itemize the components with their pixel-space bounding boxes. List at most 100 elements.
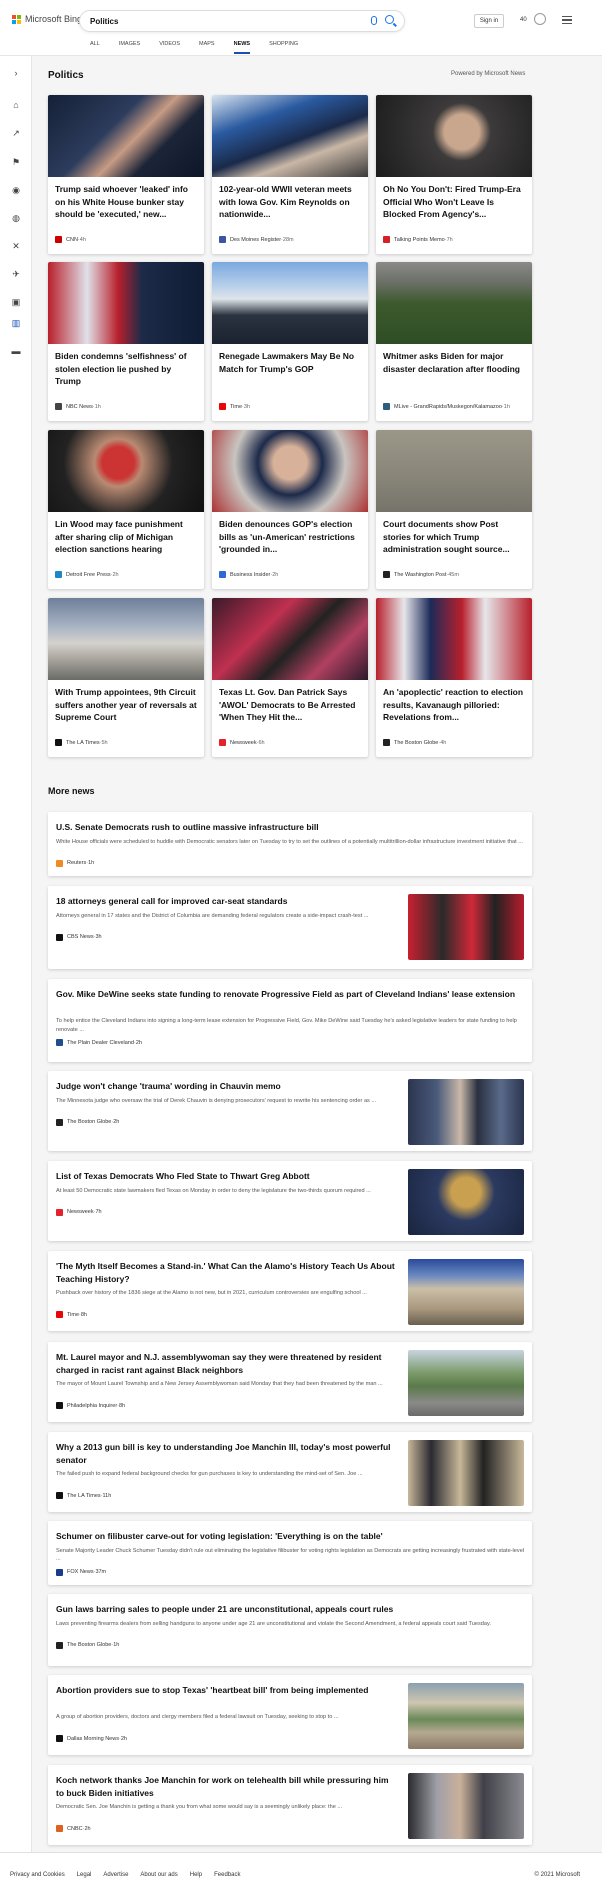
- news-card[interactable]: Renegade Lawmakers May Be No Match for T…: [212, 262, 368, 421]
- news-title[interactable]: Gun laws barring sales to people under 2…: [56, 1603, 516, 1616]
- news-thumbnail[interactable]: [408, 1169, 524, 1235]
- news-title[interactable]: Koch network thanks Joe Manchin for work…: [56, 1774, 396, 1799]
- news-card[interactable]: Biden denounces GOP's election bills as …: [212, 430, 368, 589]
- science-icon[interactable]: ✈: [11, 269, 21, 279]
- entertainment-icon[interactable]: ▣: [11, 297, 21, 307]
- news-card[interactable]: 102-year-old WWII veteran meets with Iow…: [212, 95, 368, 254]
- tab-shopping[interactable]: SHOPPING: [269, 41, 298, 54]
- news-title[interactable]: Schumer on filibuster carve-out for voti…: [56, 1530, 516, 1543]
- news-title[interactable]: Judge won't change 'trauma' wording in C…: [56, 1080, 396, 1093]
- news-title[interactable]: Why a 2013 gun bill is key to understand…: [56, 1441, 396, 1466]
- politics-icon[interactable]: ▥: [11, 318, 21, 328]
- card-image[interactable]: [212, 95, 368, 177]
- card-image[interactable]: [48, 598, 204, 680]
- card-title[interactable]: Biden denounces GOP's election bills as …: [219, 518, 363, 556]
- card-title[interactable]: Trump said whoever 'leaked' info on his …: [55, 183, 199, 221]
- card-image[interactable]: [48, 262, 204, 344]
- expand-arrow-icon[interactable]: ›: [11, 68, 21, 78]
- tab-maps[interactable]: MAPS: [199, 41, 215, 54]
- news-list-item[interactable]: Why a 2013 gun bill is key to understand…: [48, 1432, 532, 1512]
- news-list-item[interactable]: Gun laws barring sales to people under 2…: [48, 1594, 532, 1666]
- news-card[interactable]: Oh No You Don't: Fired Trump-Era Officia…: [376, 95, 532, 254]
- location-icon[interactable]: ◉: [11, 185, 21, 195]
- news-list-item[interactable]: 'The Myth Itself Becomes a Stand-in.' Wh…: [48, 1251, 532, 1331]
- news-list-item[interactable]: Judge won't change 'trauma' wording in C…: [48, 1071, 532, 1151]
- footer-link[interactable]: Advertise: [103, 1872, 128, 1878]
- news-list-item[interactable]: U.S. Senate Democrats rush to outline ma…: [48, 812, 532, 876]
- card-title[interactable]: Court documents show Post stories for wh…: [383, 518, 527, 556]
- search-icon[interactable]: [385, 15, 394, 24]
- news-thumbnail[interactable]: [408, 1440, 524, 1506]
- card-image[interactable]: [376, 262, 532, 344]
- home-icon[interactable]: ⌂: [11, 100, 21, 110]
- news-thumbnail[interactable]: [408, 1259, 524, 1325]
- news-list-item[interactable]: Koch network thanks Joe Manchin for work…: [48, 1765, 532, 1845]
- news-thumbnail[interactable]: [408, 1683, 524, 1749]
- card-image[interactable]: [376, 598, 532, 680]
- sign-in-button[interactable]: Sign in: [474, 14, 504, 28]
- news-list-item[interactable]: Abortion providers sue to stop Texas' 'h…: [48, 1675, 532, 1755]
- card-title[interactable]: Whitmer asks Biden for major disaster de…: [383, 350, 527, 375]
- card-title[interactable]: Lin Wood may face punishment after shari…: [55, 518, 199, 556]
- news-card[interactable]: Trump said whoever 'leaked' info on his …: [48, 95, 204, 254]
- tab-news[interactable]: NEWS: [233, 41, 251, 54]
- news-title[interactable]: Abortion providers sue to stop Texas' 'h…: [56, 1684, 396, 1697]
- news-card[interactable]: Texas Lt. Gov. Dan Patrick Says 'AWOL' D…: [212, 598, 368, 757]
- news-thumbnail[interactable]: [408, 894, 524, 960]
- card-title[interactable]: Texas Lt. Gov. Dan Patrick Says 'AWOL' D…: [219, 686, 363, 724]
- tab-all[interactable]: ALL: [90, 41, 100, 54]
- card-image[interactable]: [376, 430, 532, 512]
- card-title[interactable]: Oh No You Don't: Fired Trump-Era Officia…: [383, 183, 527, 221]
- news-list-item[interactable]: Mt. Laurel mayor and N.J. assemblywoman …: [48, 1342, 532, 1422]
- news-list-item[interactable]: Schumer on filibuster carve-out for voti…: [48, 1521, 532, 1585]
- money-icon[interactable]: ▬: [11, 346, 21, 356]
- news-title[interactable]: U.S. Senate Democrats rush to outline ma…: [56, 821, 516, 834]
- news-card[interactable]: Lin Wood may face punishment after shari…: [48, 430, 204, 589]
- card-title[interactable]: With Trump appointees, 9th Circuit suffe…: [55, 686, 199, 724]
- tools-icon[interactable]: ✕: [11, 241, 21, 251]
- news-card[interactable]: Biden condemns 'selfishness' of stolen e…: [48, 262, 204, 421]
- news-title[interactable]: Gov. Mike DeWine seeks state funding to …: [56, 988, 516, 1001]
- flag-icon[interactable]: ⚑: [11, 157, 21, 167]
- microphone-icon[interactable]: [371, 16, 377, 25]
- bing-logo[interactable]: Microsoft Bing: [12, 14, 82, 24]
- news-card[interactable]: An 'apoplectic' reaction to election res…: [376, 598, 532, 757]
- card-image[interactable]: [48, 95, 204, 177]
- card-image[interactable]: [212, 262, 368, 344]
- news-list-item[interactable]: List of Texas Democrats Who Fled State t…: [48, 1161, 532, 1241]
- news-card[interactable]: Court documents show Post stories for wh…: [376, 430, 532, 589]
- news-title[interactable]: List of Texas Democrats Who Fled State t…: [56, 1170, 396, 1183]
- news-title[interactable]: 'The Myth Itself Becomes a Stand-in.' Wh…: [56, 1260, 396, 1285]
- footer-link[interactable]: Privacy and Cookies: [10, 1872, 65, 1878]
- footer-link[interactable]: Feedback: [214, 1872, 240, 1878]
- trending-icon[interactable]: ↗: [11, 128, 21, 138]
- card-title[interactable]: 102-year-old WWII veteran meets with Iow…: [219, 183, 363, 221]
- search-input[interactable]: Politics: [90, 17, 118, 26]
- tab-videos[interactable]: VIDEOS: [159, 41, 180, 54]
- news-title[interactable]: Mt. Laurel mayor and N.J. assemblywoman …: [56, 1351, 396, 1376]
- news-title[interactable]: 18 attorneys general call for improved c…: [56, 895, 396, 908]
- news-list-item[interactable]: Gov. Mike DeWine seeks state funding to …: [48, 979, 532, 1062]
- card-title[interactable]: Biden condemns 'selfishness' of stolen e…: [55, 350, 199, 388]
- news-list-item[interactable]: 18 attorneys general call for improved c…: [48, 886, 532, 969]
- rewards-points[interactable]: 40: [520, 17, 527, 23]
- footer-link[interactable]: Legal: [77, 1872, 92, 1878]
- news-thumbnail[interactable]: [408, 1350, 524, 1416]
- globe-icon[interactable]: ◍: [11, 213, 21, 223]
- card-image[interactable]: [48, 430, 204, 512]
- news-card[interactable]: With Trump appointees, 9th Circuit suffe…: [48, 598, 204, 757]
- card-title[interactable]: An 'apoplectic' reaction to election res…: [383, 686, 527, 724]
- tab-images[interactable]: IMAGES: [119, 41, 140, 54]
- search-box[interactable]: Politics: [80, 11, 404, 31]
- card-title[interactable]: Renegade Lawmakers May Be No Match for T…: [219, 350, 363, 375]
- news-thumbnail[interactable]: [408, 1773, 524, 1839]
- news-card[interactable]: Whitmer asks Biden for major disaster de…: [376, 262, 532, 421]
- card-image[interactable]: [212, 430, 368, 512]
- footer-link[interactable]: About our ads: [140, 1872, 177, 1878]
- rewards-medal-icon[interactable]: [534, 13, 546, 25]
- card-image[interactable]: [376, 95, 532, 177]
- news-thumbnail[interactable]: [408, 1079, 524, 1145]
- hamburger-menu-icon[interactable]: [562, 16, 572, 24]
- footer-link[interactable]: Help: [190, 1872, 202, 1878]
- card-image[interactable]: [212, 598, 368, 680]
